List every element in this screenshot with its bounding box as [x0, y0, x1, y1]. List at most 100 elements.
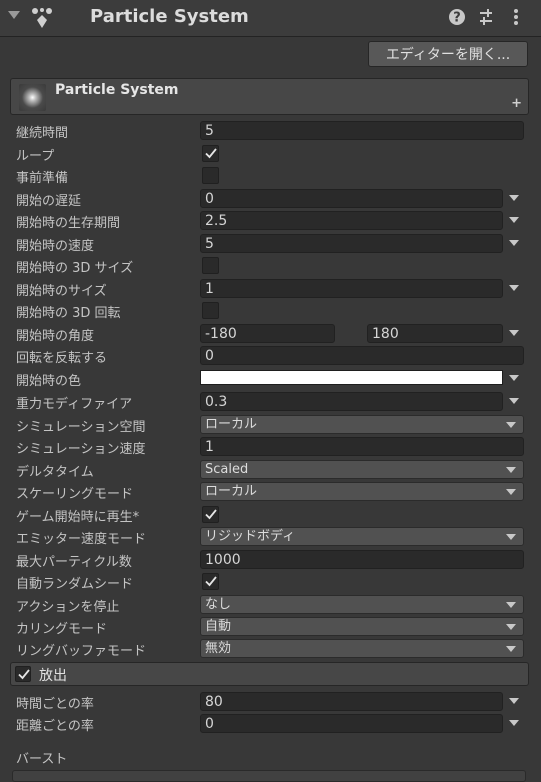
duration-label: 継続時間 [16, 126, 69, 141]
row-sim-speed: シミュレーション速度 1 [0, 436, 541, 458]
chevron-down-icon [506, 602, 516, 608]
chevron-down-icon[interactable] [509, 195, 519, 201]
play-on-awake-checkbox[interactable] [202, 506, 219, 523]
stop-action-label: アクションを停止 [16, 600, 120, 615]
auto-seed-checkbox[interactable] [202, 573, 219, 590]
3d-rotation-checkbox[interactable] [202, 302, 219, 319]
component-title: Particle System [90, 6, 249, 27]
row-max-particles: 最大パーティクル数 1000 [0, 549, 541, 571]
looping-checkbox[interactable] [202, 145, 219, 162]
sim-space-label: シミュレーション空間 [16, 420, 146, 435]
emission-module-header[interactable]: 放出 [10, 662, 529, 686]
start-lifetime-label: 開始時の生存期間 [16, 216, 121, 231]
culling-mode-value: 自動 [205, 619, 232, 634]
chevron-down-icon [506, 646, 516, 652]
scaling-mode-dropdown[interactable]: ローカル [200, 482, 524, 501]
3d-size-checkbox[interactable] [202, 257, 219, 274]
fold-arrow-icon[interactable] [8, 11, 20, 19]
row-play-on-awake: ゲーム開始時に再生* [0, 504, 541, 526]
row-ring-buffer: リングバッファモード 無効 [0, 638, 541, 660]
chevron-down-icon[interactable] [509, 698, 519, 704]
flip-rotation-field[interactable]: 0 [200, 346, 524, 365]
rate-over-time-field[interactable]: 80 [200, 692, 503, 711]
row-auto-seed: 自動ランダムシード [0, 571, 541, 593]
particle-system-icon [32, 8, 52, 28]
delta-time-value: Scaled [205, 462, 249, 477]
start-rotation-max-field[interactable]: 180 [367, 324, 503, 343]
max-particles-label: 最大パーティクル数 [16, 555, 132, 570]
ring-buffer-value: 無効 [205, 641, 232, 656]
add-icon[interactable]: + [511, 96, 522, 111]
open-editor-button[interactable]: エディターを開く... [368, 41, 528, 67]
row-scaling-mode: スケーリングモード ローカル [0, 481, 541, 503]
chevron-down-icon [506, 624, 516, 630]
start-speed-field[interactable]: 5 [200, 234, 503, 253]
chevron-down-icon [506, 534, 516, 540]
rate-over-time-label: 時間ごとの率 [16, 697, 94, 712]
emission-enabled-checkbox[interactable] [15, 666, 31, 682]
start-speed-label: 開始時の速度 [16, 239, 95, 254]
scaling-mode-value: ローカル [205, 484, 258, 499]
chevron-down-icon[interactable] [509, 217, 519, 223]
chevron-down-icon[interactable] [509, 285, 519, 291]
chevron-down-icon[interactable] [509, 398, 519, 404]
component-header: Particle System ? [0, 0, 541, 37]
chevron-down-icon[interactable] [509, 720, 519, 726]
emitter-velocity-label: エミッター速度モード [16, 532, 147, 547]
stop-action-value: なし [205, 597, 232, 612]
row-duration: 継続時間 5 [0, 120, 541, 142]
stop-action-dropdown[interactable]: なし [200, 595, 524, 614]
auto-seed-label: 自動ランダムシード [16, 577, 134, 592]
checkmark-icon [18, 669, 30, 680]
gravity-label: 重力モディファイア [16, 397, 133, 412]
row-delta-time: デルタタイム Scaled [0, 459, 541, 481]
delta-time-label: デルタタイム [16, 465, 94, 480]
max-particles-field[interactable]: 1000 [200, 550, 524, 569]
emitter-velocity-value: リジッドボディ [205, 529, 296, 544]
start-size-field[interactable]: 1 [200, 279, 503, 298]
checkmark-icon [205, 148, 217, 159]
row-culling-mode: カリングモード 自動 [0, 616, 541, 638]
ring-buffer-dropdown[interactable]: 無効 [200, 639, 524, 658]
row-stop-action: アクションを停止 なし [0, 594, 541, 616]
sim-space-dropdown[interactable]: ローカル [200, 415, 524, 434]
help-icon[interactable]: ? [448, 8, 466, 26]
row-emitter-velocity: エミッター速度モード リジッドボディ [0, 526, 541, 548]
start-color-swatch[interactable] [200, 370, 503, 385]
bursts-list[interactable] [12, 770, 526, 782]
main-module-title: Particle System [55, 82, 179, 98]
ring-buffer-label: リングバッファモード [16, 644, 147, 659]
3d-rotation-label: 開始時の 3D 回転 [16, 306, 121, 321]
row-rate-over-distance: 距離ごとの率 0 [0, 713, 541, 735]
kebab-menu-icon[interactable] [507, 8, 525, 26]
checkmark-icon [205, 576, 217, 587]
flip-rotation-label: 回転を反転する [16, 351, 108, 366]
duration-field[interactable]: 5 [200, 121, 524, 140]
gravity-field[interactable]: 0.3 [200, 392, 503, 411]
row-prewarm: 事前準備 [0, 165, 541, 187]
rate-over-distance-field[interactable]: 0 [200, 714, 503, 733]
row-start-delay: 開始の遅延 0 [0, 188, 541, 210]
start-rotation-min-field[interactable]: -180 [200, 324, 335, 343]
sim-speed-field[interactable]: 1 [200, 437, 524, 456]
start-lifetime-field[interactable]: 2.5 [200, 211, 503, 230]
start-delay-field[interactable]: 0 [200, 189, 503, 208]
chevron-down-icon[interactable] [509, 330, 519, 336]
bursts-label: バースト [16, 752, 68, 767]
start-color-label: 開始時の色 [16, 374, 82, 389]
prewarm-checkbox[interactable] [202, 167, 219, 184]
preset-icon[interactable] [477, 8, 495, 26]
chevron-down-icon[interactable] [509, 240, 519, 246]
main-module-header[interactable]: Particle System + [10, 78, 529, 115]
start-delay-label: 開始の遅延 [16, 194, 82, 209]
sim-speed-label: シミュレーション速度 [16, 442, 146, 457]
row-start-rotation: 開始時の角度 -180 180 [0, 323, 541, 345]
row-start-speed: 開始時の速度 5 [0, 233, 541, 255]
delta-time-dropdown[interactable]: Scaled [200, 460, 524, 479]
emitter-velocity-dropdown[interactable]: リジッドボディ [200, 527, 524, 546]
chevron-down-icon [506, 467, 516, 473]
culling-mode-dropdown[interactable]: 自動 [200, 617, 524, 636]
chevron-down-icon[interactable] [509, 375, 519, 381]
row-start-color: 開始時の色 [0, 368, 541, 390]
row-flip-rotation: 回転を反転する 0 [0, 345, 541, 367]
